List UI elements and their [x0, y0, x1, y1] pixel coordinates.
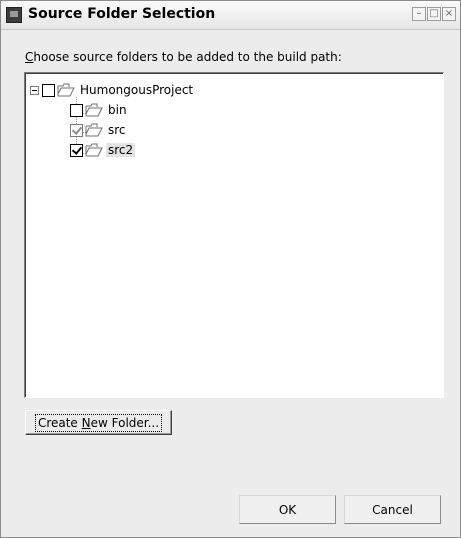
tree-item-src[interactable]: src — [70, 122, 128, 138]
tree-item-src2[interactable]: src2 — [70, 142, 136, 158]
cancel-button[interactable]: Cancel — [344, 495, 441, 524]
title-bar[interactable]: Source Folder Selection – □ × — [1, 1, 460, 30]
eclipse-app-icon — [6, 7, 22, 23]
checkmark-icon — [71, 143, 83, 155]
tree-item-humongousproject[interactable]: HumongousProject — [30, 82, 195, 98]
ok-button[interactable]: OK — [239, 495, 336, 524]
close-button[interactable]: × — [442, 7, 456, 21]
tree-item-label: src — [108, 123, 126, 137]
source-folder-tree[interactable]: HumongousProject bin src src2 — [24, 72, 444, 398]
create-new-folder-button[interactable]: Create New Folder... — [25, 410, 172, 435]
open-folder-icon — [85, 143, 103, 157]
minimize-button[interactable]: – — [412, 7, 426, 21]
src2-checkbox[interactable] — [70, 143, 83, 157]
open-folder-icon — [85, 123, 103, 137]
tree-item-label: HumongousProject — [80, 83, 194, 97]
window-title: Source Folder Selection — [28, 6, 216, 22]
tree-item-bin[interactable]: bin — [70, 102, 129, 118]
instruction-label: Choose source folders to be added to the… — [25, 50, 342, 64]
tree-item-label: bin — [108, 103, 127, 117]
maximize-button[interactable]: □ — [427, 7, 441, 21]
window-controls: – □ × — [412, 7, 456, 21]
open-folder-icon — [57, 83, 75, 97]
tree-item-label: src2 — [106, 143, 136, 157]
checkmark-icon — [71, 123, 83, 135]
bin-checkbox[interactable] — [70, 103, 83, 117]
src-checkbox[interactable] — [70, 123, 83, 137]
open-folder-icon — [85, 103, 103, 117]
humongousproject-checkbox[interactable] — [42, 83, 55, 97]
source-folder-selection-dialog: Source Folder Selection – □ × Choose sou… — [0, 0, 461, 538]
focus-ring: Create New Folder... — [34, 413, 163, 432]
collapse-toggle-icon[interactable] — [30, 85, 39, 95]
